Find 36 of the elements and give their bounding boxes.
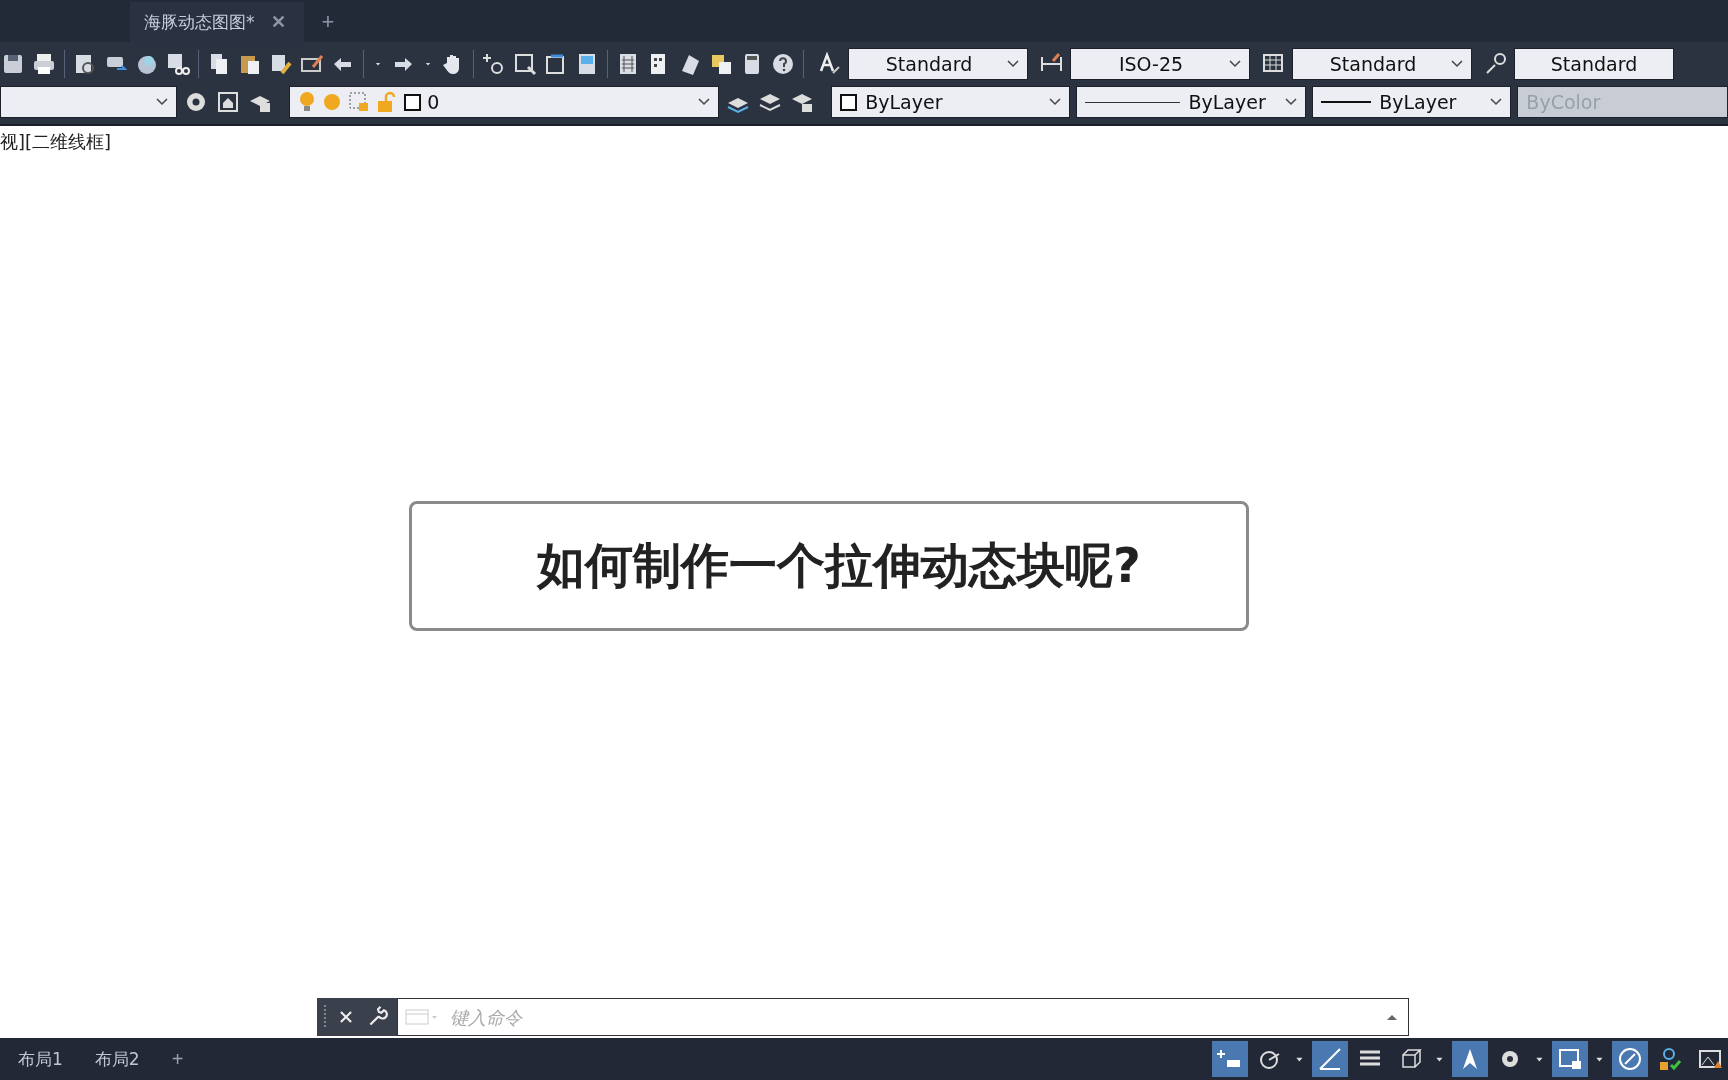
color-dropdown[interactable]: ByLayer	[831, 86, 1071, 118]
layout-tab[interactable]: 布局2	[80, 1047, 154, 1071]
title-callout: 如何制作一个拉伸动态块呢?	[409, 501, 1249, 631]
layout-tab[interactable]: 布局1	[4, 1047, 77, 1071]
viewport-freeze-icon	[348, 91, 371, 113]
chevron-icon	[1490, 98, 1503, 106]
chevron-icon	[1007, 60, 1019, 68]
new-tab-button[interactable]: +	[303, 2, 353, 42]
style-dropdown[interactable]: Standard	[1514, 48, 1674, 80]
lineweight-dropdown[interactable]: ByLayer	[1312, 86, 1512, 118]
style-dropdown[interactable]: Standard	[1292, 48, 1472, 80]
zoom-window-icon[interactable]	[512, 51, 538, 77]
help-icon[interactable]	[770, 51, 796, 77]
chevron-icon	[1285, 98, 1298, 106]
caret-up-icon[interactable]	[1386, 1013, 1398, 1021]
linetype-dropdown[interactable]: ByLayer	[1076, 86, 1307, 118]
printer-icon[interactable]	[31, 51, 57, 77]
chevron-icon	[1451, 60, 1463, 68]
style-dropdown[interactable]: ISO-25	[1070, 48, 1250, 80]
lightbulb-icon	[298, 91, 317, 113]
chevron-icon	[1049, 98, 1062, 106]
close-tab-button[interactable]: ✕	[262, 2, 304, 42]
lineweight-sample	[1321, 101, 1372, 103]
style-dropdown[interactable]: Standard	[848, 48, 1028, 80]
chevron-icon	[698, 98, 711, 106]
chevron-icon	[1229, 60, 1241, 68]
layer-dropdown[interactable]: 0	[289, 86, 720, 118]
workspace-dropdown[interactable]	[0, 86, 178, 118]
command-field[interactable]: 键入命令	[397, 998, 1409, 1036]
chevron-icon	[156, 98, 169, 106]
document-tab[interactable]: 海豚动态图图*	[130, 2, 263, 42]
sun-icon	[322, 92, 343, 112]
add-layout-button[interactable]: +	[157, 1047, 198, 1071]
grip-icon	[323, 1004, 327, 1030]
command-history-icon	[404, 1007, 440, 1027]
viewport-label[interactable]: 视][二维线框]	[0, 126, 112, 154]
